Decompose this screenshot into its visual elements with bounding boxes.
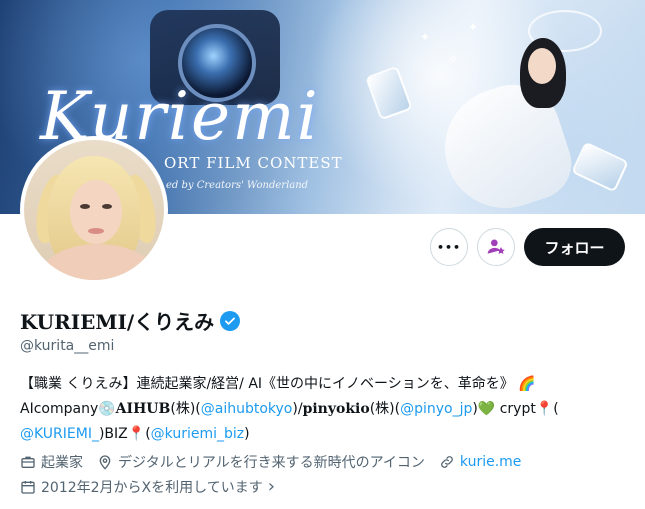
green-heart-icon: 💚 [477, 401, 496, 417]
avatar-face-graphic [70, 180, 122, 244]
mention-link[interactable]: @aihubtokyo [201, 401, 293, 417]
bio-text: pinyokio [302, 401, 370, 417]
profile-bio: 【職業 くりえみ】連続起業家/経営/ AI《世の中にイノベーションを、革命を》 … [20, 372, 630, 447]
bio-text: ) [244, 426, 250, 442]
banner-byline: ed by Creators' Wonderland [166, 180, 309, 191]
bio-text: AIHUB [115, 401, 171, 417]
pin-icon: 📍 [127, 426, 146, 442]
banner-figure-face [528, 48, 556, 84]
bio-line: @KURIEMI_)BIZ📍(@kuriemi_biz) [20, 422, 630, 447]
link-icon [440, 456, 453, 468]
disc-icon: 💿 [98, 401, 116, 417]
bio-text: )/ [292, 401, 303, 417]
bio-text: crypt [495, 401, 536, 417]
calendar-icon [21, 480, 35, 494]
profile-meta-row: 起業家 デジタルとリアルを行き来する新時代のアイコン kurie.me [20, 452, 535, 472]
profile-name: KURIEMI/くりえみ [20, 310, 215, 334]
bio-text: ( [553, 401, 559, 417]
verified-badge-icon[interactable] [220, 310, 241, 331]
avatar-lip-graphic [88, 228, 104, 234]
profile-joined-text: 2012年2月からXを利用しています [41, 479, 263, 496]
profile-location-text: デジタルとリアルを行き来する新時代のアイコン [118, 455, 425, 471]
banner-device-graphic [571, 141, 629, 193]
avatar[interactable] [20, 136, 168, 284]
profile-job-text: 起業家 [41, 455, 83, 471]
bio-line: 【職業 くりえみ】連続起業家/経営/ AI《世の中にイノベーションを、革命を》 … [20, 372, 630, 397]
profile-website[interactable]: kurie.me [439, 454, 522, 470]
profile-location: デジタルとリアルを行き来する新時代のアイコン [97, 452, 425, 472]
profile-website-link[interactable]: kurie.me [460, 454, 522, 470]
profile-name-row: KURIEMI/くりえみ [20, 306, 241, 335]
profile-handle: @kurita__emi [20, 338, 115, 354]
checkmark-icon [225, 317, 236, 325]
rainbow-icon: 🌈 [518, 376, 536, 392]
bio-line: AIcompany💿AIHUB(株)(@aihubtokyo)/pinyokio… [20, 397, 630, 422]
sparkle-icon: ✦ [420, 30, 431, 44]
banner-device-graphic [365, 65, 413, 121]
bio-text: (株)( [170, 401, 201, 417]
follow-button[interactable]: フォロー [524, 228, 625, 266]
subscribe-button[interactable] [477, 228, 515, 266]
mention-link[interactable]: @pinyo_jp [400, 401, 472, 417]
sparkle-icon: ✧ [448, 52, 459, 66]
bio-text: )BIZ [98, 426, 128, 442]
chevron-right-icon: › [267, 476, 275, 497]
bio-text: AIcompany [20, 401, 99, 417]
banner-subtitle: ORT FILM CONTEST [164, 154, 343, 172]
bio-text: (株)( [369, 401, 401, 417]
more-button[interactable]: ••• [430, 228, 468, 266]
briefcase-icon [21, 456, 35, 468]
pin-icon: 📍 [535, 401, 554, 417]
profile-joined[interactable]: 2012年2月からXを利用しています › [20, 476, 275, 497]
profile-joined-row[interactable]: 2012年2月からXを利用しています › [20, 476, 289, 497]
avatar-eye-graphic [80, 204, 90, 209]
sparkle-icon: ✦ [468, 20, 479, 34]
profile-job: 起業家 [20, 452, 83, 472]
subscribe-star-icon [487, 239, 505, 254]
mention-link[interactable]: @KURIEMI_ [20, 426, 99, 442]
bio-text: 【職業 くりえみ】連続起業家/経営/ AI《世の中にイノベーションを、革命を》 [20, 376, 514, 392]
mention-link[interactable]: @kuriemi_biz [151, 426, 244, 442]
more-icon: ••• [436, 240, 462, 254]
avatar-eye-graphic [102, 204, 112, 209]
location-pin-icon [99, 455, 111, 470]
